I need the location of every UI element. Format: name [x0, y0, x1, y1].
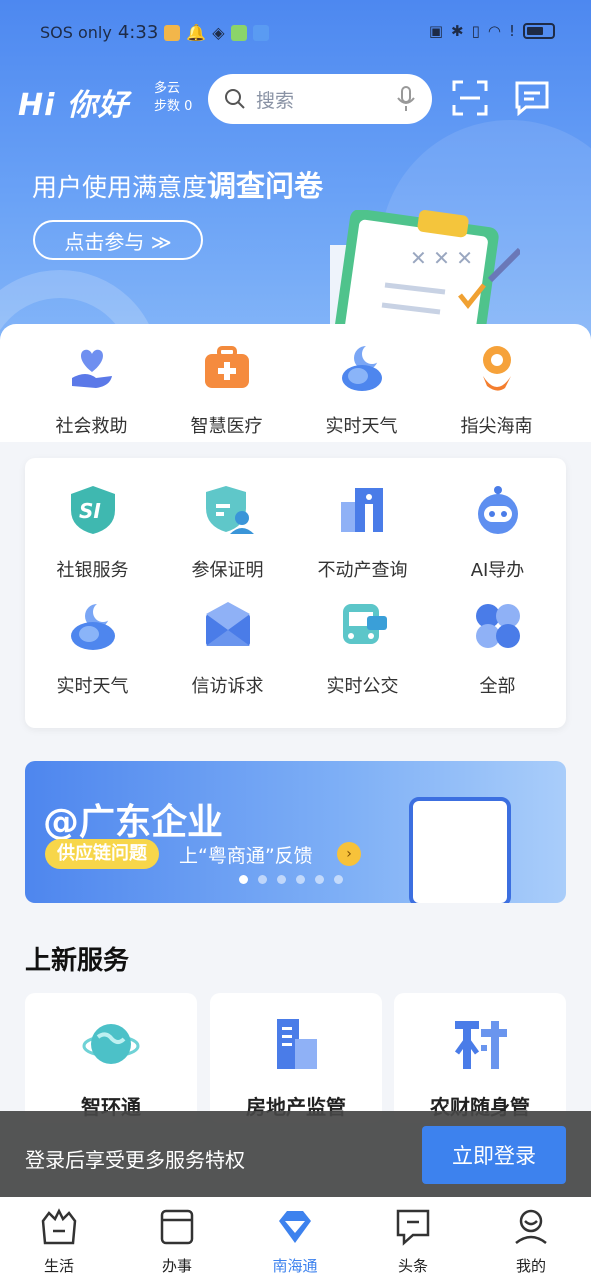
clock: 4:33	[117, 22, 159, 43]
si-shield-icon: SI	[70, 486, 115, 534]
promo-subtitle: 上“粤商通”反馈	[179, 845, 313, 867]
phone-illustration-icon	[409, 797, 511, 903]
bell-icon: 🔔	[186, 23, 207, 42]
weather-moon-icon	[70, 602, 115, 650]
carousel-dot[interactable]	[277, 875, 286, 884]
quick-service-weather[interactable]: 实时天气	[294, 342, 429, 438]
bird-app-icon	[252, 24, 269, 41]
weather-condition: 多云	[154, 81, 181, 96]
survey-banner-title[interactable]: 用户使用满意度调查问卷	[32, 163, 323, 205]
login-prompt-text: 登录后享受更多服务特权	[25, 1148, 245, 1172]
tab-nanhaitong[interactable]: 南海通	[236, 1207, 354, 1276]
window-icon	[160, 1209, 194, 1245]
quick-services: 社会救助 智慧医疗 实时天气 指尖海南	[0, 324, 591, 442]
service-ai-guide[interactable]: AI导办	[430, 484, 565, 582]
carousel-dot[interactable]	[239, 875, 248, 884]
carousel-dot[interactable]	[334, 875, 343, 884]
new-service-item[interactable]: 农财随身管	[394, 993, 566, 1123]
fingertip-location-icon	[482, 346, 511, 391]
carousel-dots[interactable]	[239, 875, 343, 884]
scan-icon[interactable]	[452, 80, 488, 116]
service-all[interactable]: 全部	[430, 600, 565, 698]
life-basket-icon	[41, 1208, 77, 1245]
bluetooth-icon: ✱	[451, 22, 464, 40]
svg-text:SI: SI	[79, 499, 101, 523]
notification-app-icon	[164, 24, 181, 41]
service-social-bank[interactable]: SI 社银服务	[25, 484, 160, 582]
carrier-text: SOS only	[40, 23, 112, 42]
login-prompt-bar: 登录后享受更多服务特权 立即登录	[0, 1111, 591, 1197]
promo-heading: @广东企业	[43, 802, 224, 843]
service-grid-card: SI 社银服务 参保证明 不动产查询 AI导办 实时天气 信访诉求 实时公交 全…	[25, 458, 566, 728]
envelope-icon	[205, 602, 250, 646]
diamond-icon	[279, 1211, 311, 1243]
carousel-dot[interactable]	[258, 875, 267, 884]
message-icon[interactable]	[514, 80, 550, 116]
weather-moon-icon	[341, 344, 382, 391]
service-bus[interactable]: 实时公交	[295, 600, 430, 698]
step-count: 步数 0	[154, 99, 193, 114]
quick-service-smart-medical[interactable]: 智慧医疗	[159, 342, 294, 438]
search-icon	[225, 89, 245, 109]
globe-icon	[82, 1024, 140, 1064]
weather-info[interactable]: 多云 步数 0	[154, 80, 192, 116]
nfc-icon: ▣	[428, 22, 444, 40]
top-header: Hi 你好 多云 步数 0 搜索	[0, 70, 591, 130]
service-property-query[interactable]: 不动产查询	[295, 484, 430, 582]
promo-carousel[interactable]: @广东企业 供应链问题 上“粤商通”反馈 ›	[25, 761, 566, 903]
greeting: Hi 你好	[18, 88, 129, 123]
all-services-icon	[475, 604, 520, 648]
section-title-new-services: 上新服务	[25, 946, 130, 976]
participate-button[interactable]: 点击参与 ≫	[33, 220, 203, 260]
tab-life[interactable]: 生活	[0, 1207, 118, 1276]
buildings-icon	[277, 1019, 317, 1069]
new-service-item[interactable]: 智环通	[25, 993, 197, 1123]
search-placeholder: 搜索	[256, 89, 295, 112]
carousel-dot[interactable]	[296, 875, 305, 884]
service-petition[interactable]: 信访诉求	[160, 600, 295, 698]
tab-headlines[interactable]: 头条	[354, 1207, 472, 1276]
login-button[interactable]: 立即登录	[422, 1126, 566, 1184]
svg-text:✕ ✕ ✕: ✕ ✕ ✕	[410, 246, 473, 270]
new-service-item[interactable]: 房地产监管	[210, 993, 382, 1123]
headline-chat-icon	[396, 1209, 430, 1246]
carousel-dot[interactable]	[315, 875, 324, 884]
wifi-icon: ◠	[487, 22, 501, 40]
insurance-proof-icon	[205, 486, 254, 534]
quick-service-fingertip-hainan[interactable]: 指尖海南	[429, 342, 564, 438]
battery-icon	[523, 23, 555, 39]
chevron-right-icon[interactable]: ›	[337, 842, 361, 866]
chat-app-icon	[230, 24, 247, 41]
heart-hand-icon	[71, 349, 112, 388]
tab-affairs[interactable]: 办事	[118, 1207, 236, 1276]
bus-icon	[342, 604, 387, 644]
ai-robot-icon	[477, 486, 518, 534]
status-bar: SOS only 4:33 🔔 ◈ ▣ ✱ ▯ ◠ !	[0, 0, 591, 60]
microphone-icon[interactable]	[396, 86, 416, 112]
quick-service-social-aid[interactable]: 社会救助	[24, 342, 159, 438]
medical-kit-icon	[204, 346, 249, 388]
tab-mine[interactable]: 我的	[472, 1207, 590, 1276]
profile-icon	[515, 1209, 547, 1245]
promo-tag: 供应链问题	[45, 839, 159, 869]
alert-icon: !	[508, 22, 515, 40]
village-icon	[454, 1021, 507, 1069]
vibrate-icon: ▯	[471, 22, 480, 40]
service-weather[interactable]: 实时天气	[25, 600, 160, 698]
property-building-icon	[340, 488, 383, 532]
bottom-tab-bar: 生活 办事 南海通 头条 我的	[0, 1197, 591, 1280]
box-icon: ◈	[212, 23, 225, 42]
search-input[interactable]: 搜索	[208, 74, 432, 124]
service-insurance-proof[interactable]: 参保证明	[160, 484, 295, 582]
